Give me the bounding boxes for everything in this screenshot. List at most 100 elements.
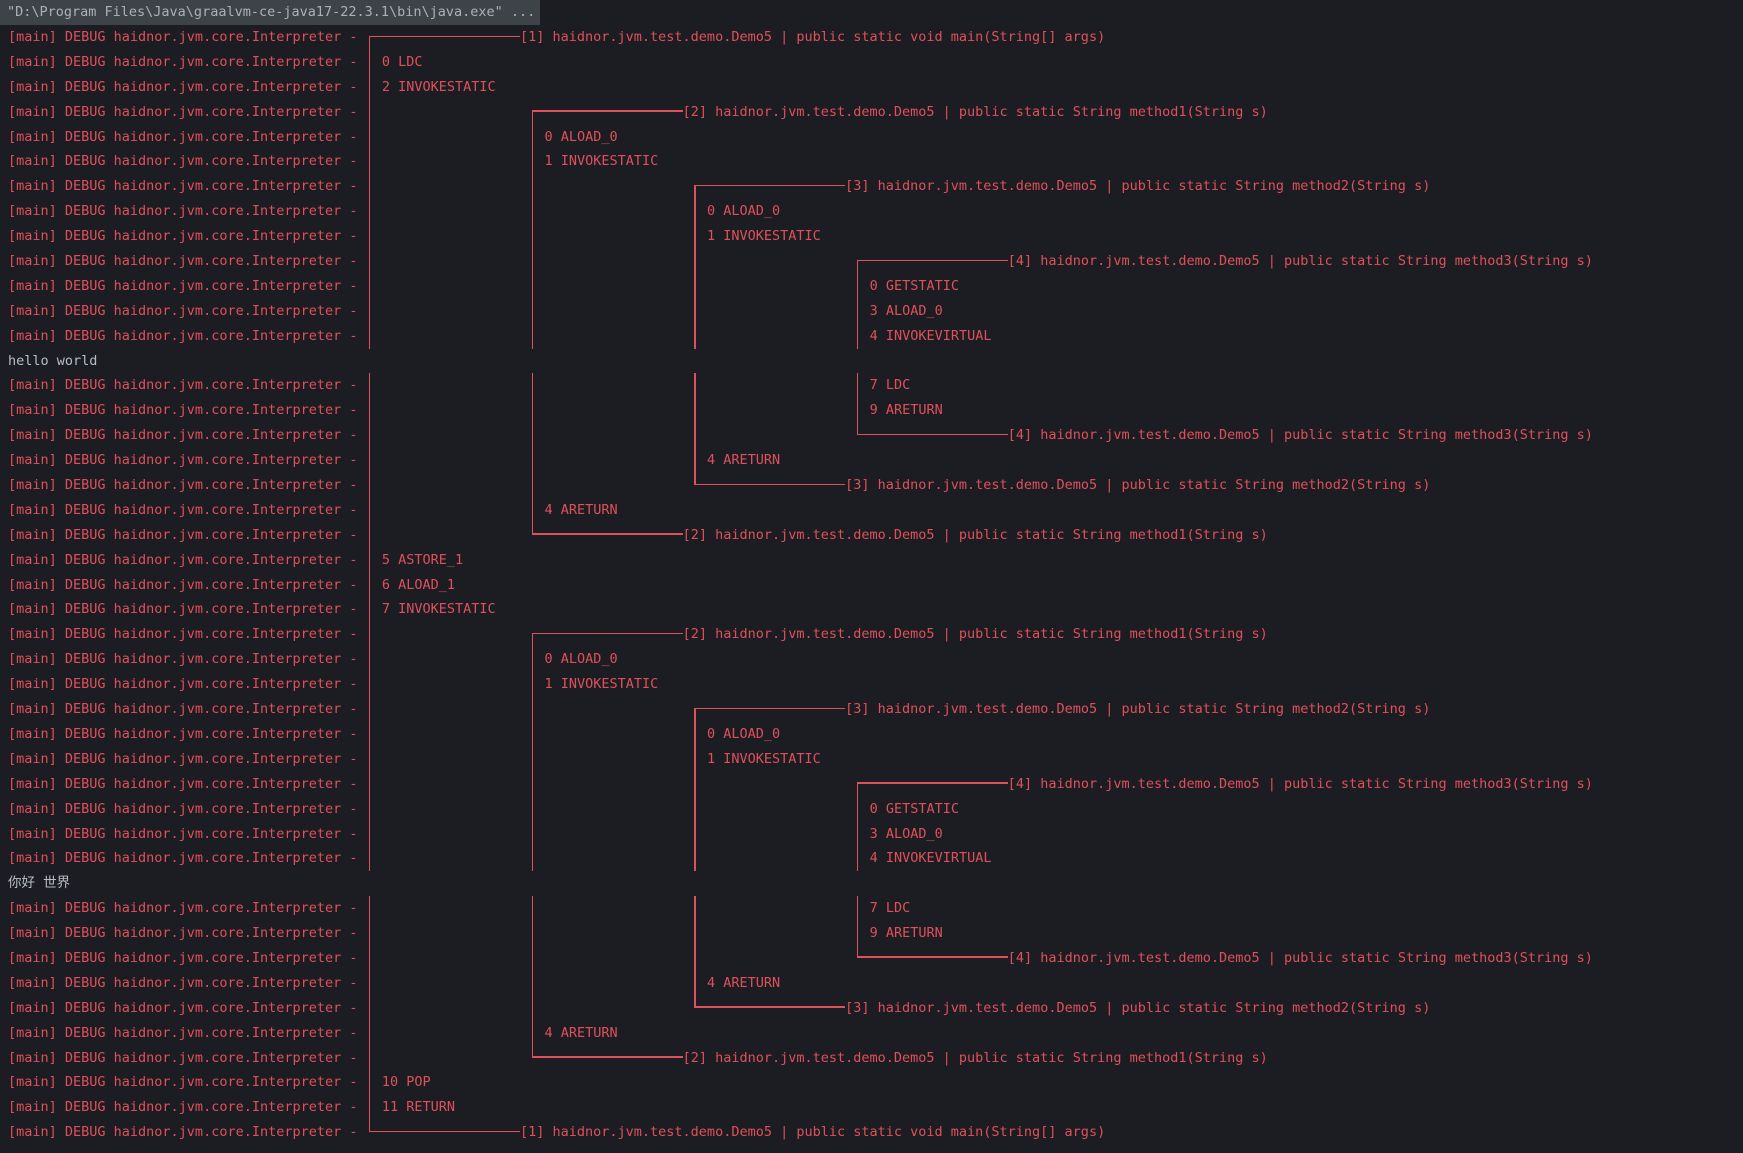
tree-line-glyph — [618, 523, 626, 548]
tree-line-glyph — [691, 324, 699, 349]
tree-line-glyph — [366, 25, 374, 50]
tree-line-glyph — [813, 996, 821, 1021]
tree-line-glyph — [366, 996, 374, 1021]
tree-line-glyph — [983, 249, 991, 274]
log-line: [main] DEBUG haidnor.jvm.core.Interprete… — [8, 1070, 1743, 1095]
tree-line-glyph — [512, 25, 520, 50]
tree-line-glyph — [650, 622, 658, 647]
tree-line-glyph — [715, 996, 723, 1021]
tree-line-glyph — [910, 772, 918, 797]
tree-line-glyph — [853, 846, 861, 871]
tree-line-glyph — [935, 772, 943, 797]
tree-line-glyph — [618, 100, 626, 125]
tree-line-glyph — [853, 324, 861, 349]
log-line: [main] DEBUG haidnor.jvm.core.Interprete… — [8, 747, 1743, 772]
tree-line-glyph — [366, 1095, 374, 1120]
tree-line-glyph — [886, 249, 894, 274]
tree-line-glyph — [528, 1021, 536, 1046]
tree-line-glyph — [959, 423, 967, 448]
tree-line-glyph — [536, 100, 544, 125]
tree-line-glyph — [837, 473, 845, 498]
tree-line-glyph — [366, 921, 374, 946]
tree-line-glyph — [788, 473, 796, 498]
tree-line-glyph — [853, 373, 861, 398]
tree-line-glyph — [861, 423, 869, 448]
tree-line-glyph — [715, 473, 723, 498]
tree-line-glyph — [894, 946, 902, 971]
log-line: [main] DEBUG haidnor.jvm.core.Interprete… — [8, 1021, 1743, 1046]
tree-line-glyph — [878, 946, 886, 971]
tree-line-glyph — [926, 423, 934, 448]
tree-line-glyph — [406, 1120, 414, 1145]
tree-line-glyph — [528, 125, 536, 150]
tree-line-glyph — [398, 25, 406, 50]
tree-line-glyph — [870, 423, 878, 448]
tree-line-glyph — [788, 697, 796, 722]
tree-line-glyph — [1000, 772, 1008, 797]
tree-line-glyph — [731, 697, 739, 722]
tree-line-glyph — [366, 498, 374, 523]
tree-line-glyph — [528, 299, 536, 324]
tree-line-glyph — [423, 25, 431, 50]
tree-line-glyph — [366, 174, 374, 199]
tree-line-glyph — [829, 174, 837, 199]
tree-line-glyph — [528, 647, 536, 672]
tree-line-glyph — [528, 622, 536, 647]
tree-line-glyph — [366, 747, 374, 772]
tree-line-glyph — [894, 249, 902, 274]
tree-line-glyph — [853, 274, 861, 299]
log-line: [main] DEBUG haidnor.jvm.core.Interprete… — [8, 647, 1743, 672]
log-line: [main] DEBUG haidnor.jvm.core.Interprete… — [8, 1095, 1743, 1120]
tree-line-glyph — [650, 523, 658, 548]
tree-line-glyph — [569, 523, 577, 548]
log-line: [main] DEBUG haidnor.jvm.core.Interprete… — [8, 822, 1743, 847]
tree-line-glyph — [853, 896, 861, 921]
tree-line-glyph — [731, 174, 739, 199]
tree-line-glyph — [553, 100, 561, 125]
tree-line-glyph — [837, 174, 845, 199]
tree-line-glyph — [544, 523, 552, 548]
log-line: [main] DEBUG haidnor.jvm.core.Interprete… — [8, 100, 1743, 125]
tree-line-glyph — [577, 523, 585, 548]
tree-line-glyph — [983, 423, 991, 448]
tree-line-glyph — [553, 1046, 561, 1071]
tree-line-glyph — [707, 174, 715, 199]
tree-line-glyph — [943, 423, 951, 448]
tree-line-glyph — [528, 1046, 536, 1071]
log-line: [main] DEBUG haidnor.jvm.core.Interprete… — [8, 398, 1743, 423]
tree-line-glyph — [967, 946, 975, 971]
terminal-window[interactable]: "D:\Program Files\Java\graalvm-ce-java17… — [0, 0, 1743, 1153]
log-line: [main] DEBUG haidnor.jvm.core.Interprete… — [8, 573, 1743, 598]
tree-line-glyph — [715, 697, 723, 722]
tree-line-glyph — [528, 373, 536, 398]
tree-line-glyph — [878, 423, 886, 448]
tree-line-glyph — [813, 174, 821, 199]
tree-line-glyph — [691, 473, 699, 498]
tree-line-glyph — [853, 398, 861, 423]
tree-line-glyph — [528, 224, 536, 249]
tree-line-glyph — [585, 523, 593, 548]
command-line-text: "D:\Program Files\Java\graalvm-ce-java17… — [0, 0, 540, 25]
log-line: [main] DEBUG haidnor.jvm.core.Interprete… — [8, 274, 1743, 299]
tree-line-glyph — [756, 473, 764, 498]
tree-line-glyph — [926, 946, 934, 971]
tree-line-glyph — [707, 697, 715, 722]
tree-line-glyph — [829, 996, 837, 1021]
log-line: [main] DEBUG haidnor.jvm.core.Interprete… — [8, 75, 1743, 100]
tree-line-glyph — [935, 946, 943, 971]
tree-line-glyph — [780, 996, 788, 1021]
tree-line-glyph — [983, 772, 991, 797]
tree-line-glyph — [975, 772, 983, 797]
tree-line-glyph — [366, 573, 374, 598]
console-output[interactable]: [main] DEBUG haidnor.jvm.core.Interprete… — [0, 25, 1743, 1145]
tree-line-glyph — [658, 1046, 666, 1071]
tree-line-glyph — [935, 423, 943, 448]
tree-line-glyph — [666, 1046, 674, 1071]
tree-line-glyph — [496, 1120, 504, 1145]
tree-line-glyph — [740, 996, 748, 1021]
tree-line-glyph — [731, 996, 739, 1021]
tree-line-glyph — [805, 697, 813, 722]
tree-line-glyph — [764, 996, 772, 1021]
tree-line-glyph — [463, 25, 471, 50]
tree-line-glyph — [528, 448, 536, 473]
